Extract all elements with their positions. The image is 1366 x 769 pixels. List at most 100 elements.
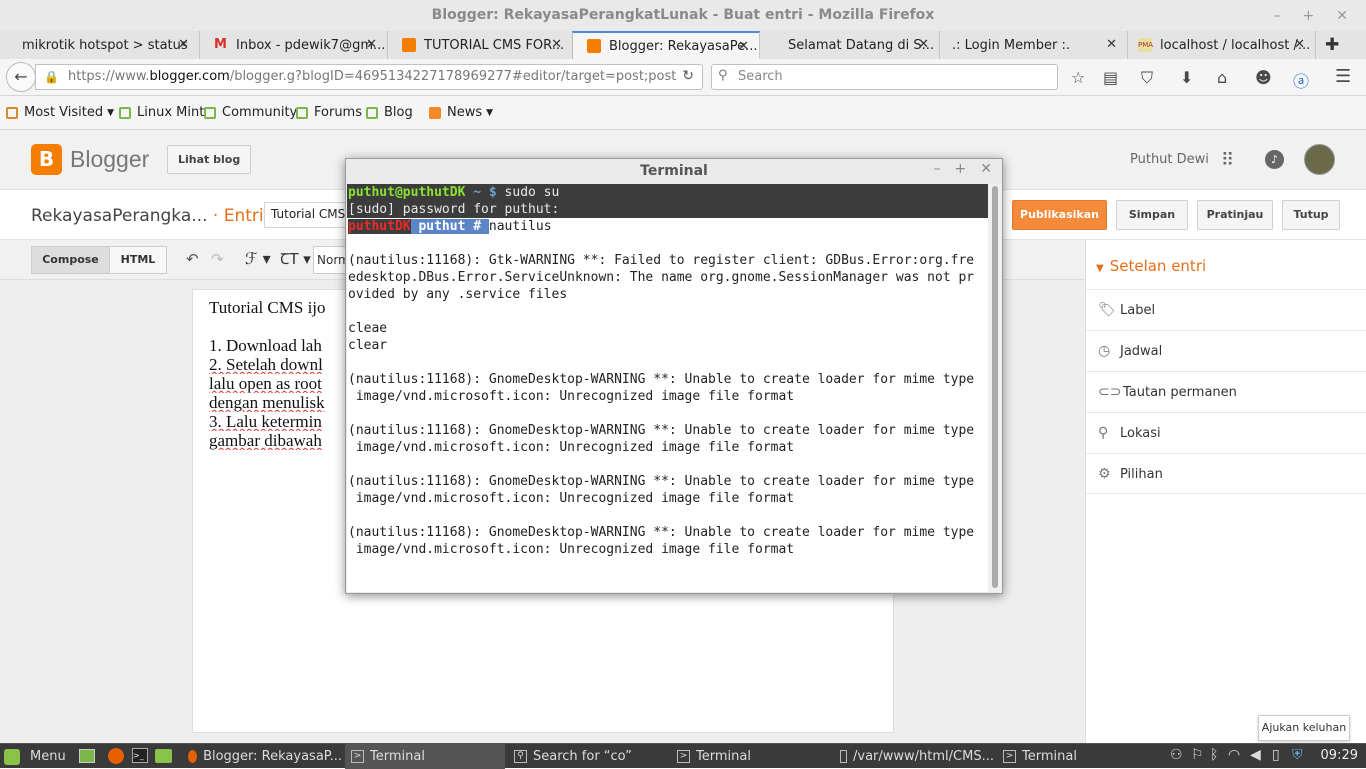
minimize-icon[interactable]: – (1274, 8, 1281, 24)
terminal-window[interactable]: Terminal – + ✕ puthut@puthutDK ~ $ sudo … (345, 158, 1003, 594)
task-search[interactable]: ⚲ Search for “co” (508, 744, 668, 769)
task-terminal-2[interactable]: > Terminal (671, 744, 831, 769)
shield-icon[interactable]: ⛨ (1292, 747, 1303, 763)
home-icon[interactable]: ⌂ (1217, 68, 1227, 87)
blogger-logo-icon[interactable]: B (31, 144, 62, 175)
tab-close-icon[interactable]: ✕ (551, 37, 562, 52)
undo-icon[interactable]: ↶ (186, 250, 199, 268)
bookmark-community[interactable]: Community (204, 105, 297, 120)
maximize-icon[interactable]: + (955, 161, 967, 177)
tab-close-icon[interactable]: ✕ (1106, 37, 1117, 52)
tab-localhost[interactable]: PMA localhost / localhost /... ✕ (1128, 31, 1316, 59)
star-icon[interactable]: ☆ (1071, 68, 1085, 87)
close-icon[interactable]: ✕ (1336, 8, 1348, 24)
apps-grid-icon[interactable]: ⠿ (1221, 150, 1234, 171)
wifi-icon[interactable]: ◠ (1228, 747, 1240, 763)
clock[interactable]: 09:29 (1321, 744, 1358, 768)
compose-tab[interactable]: Compose (31, 246, 110, 274)
sidebar-item-pilihan[interactable]: ⚙ Pilihan (1086, 453, 1366, 494)
terminal-line: (nautilus:11168): GnomeDesktop-WARNING *… (348, 423, 975, 438)
tab-close-icon[interactable]: ✕ (738, 39, 749, 54)
show-desktop-icon[interactable] (79, 749, 95, 763)
bookmark-linux-mint[interactable]: Linux Mint (119, 105, 204, 120)
font-size-icon[interactable]: ꞆT ▾ (280, 249, 311, 269)
tab-close-icon[interactable]: ✕ (1294, 37, 1305, 52)
task-terminal-1[interactable]: > Terminal (345, 744, 505, 769)
bookmark-blog[interactable]: Blog (366, 105, 413, 120)
terminal-line: puthutDK puthut # nautilus (348, 219, 552, 234)
tab-close-icon[interactable]: ✕ (918, 37, 929, 52)
start-menu-button[interactable]: Menu (4, 744, 66, 769)
bookmark-most-visited[interactable]: Most Visited ▼ (6, 105, 114, 120)
task-terminal-3[interactable]: > Terminal (997, 744, 1157, 769)
html-tab[interactable]: HTML (109, 246, 167, 274)
battery-icon[interactable]: ▯ (1272, 747, 1280, 763)
post-title-input[interactable]: Tutorial CMS (264, 202, 354, 228)
terminal-line: image/vnd.microsoft.icon: Unrecognized i… (348, 440, 795, 455)
view-blog-button[interactable]: Lihat blog (167, 145, 252, 174)
terminal-line: image/vnd.microsoft.icon: Unrecognized i… (348, 491, 795, 506)
user-name[interactable]: Puthut Dewi (1130, 152, 1209, 167)
back-arrow-icon: ← (14, 67, 28, 86)
search-input[interactable]: ⚲ Search (711, 64, 1058, 90)
tab-close-icon[interactable]: ✕ (178, 37, 189, 52)
files-launcher-icon[interactable] (155, 749, 172, 763)
sidebar-item-label[interactable]: 🏷 Label (1086, 289, 1366, 330)
terminal-scrollbar[interactable] (988, 184, 1002, 592)
bookmark-forums[interactable]: Forums (296, 105, 362, 120)
close-button[interactable]: Tutup (1282, 200, 1340, 230)
font-family-icon[interactable]: ℱ ▾ (245, 249, 271, 268)
firefox-launcher-icon[interactable] (108, 748, 124, 764)
window-controls: – + ✕ (1274, 0, 1348, 31)
tab-login-member[interactable]: .: Login Member :. ✕ (940, 31, 1128, 59)
lock-icon: 🔒 (44, 70, 59, 84)
blogger-icon (402, 38, 416, 52)
pocket-icon[interactable]: ⛉ (1141, 68, 1153, 88)
tab-tutorial-cms[interactable]: TUTORIAL CMS FOR... ✕ (388, 31, 573, 59)
reload-icon[interactable]: ↻ (682, 68, 694, 84)
back-button[interactable]: ← (6, 62, 36, 92)
preview-button[interactable]: Pratinjau (1197, 200, 1273, 230)
tab-mikrotik[interactable]: mikrotik hotspot > status ✕ (0, 31, 200, 59)
scrollbar-thumb[interactable] (992, 186, 998, 588)
chat-icon[interactable]: ☻ (1255, 68, 1272, 87)
tab-selamat-datang[interactable]: Selamat Datang di S... ✕ (760, 31, 940, 59)
close-icon[interactable]: ✕ (980, 161, 992, 177)
network-icon[interactable]: ⚐ (1191, 747, 1204, 763)
sidebar-item-jadwal[interactable]: ◷ Jadwal (1086, 330, 1366, 371)
task-firefox[interactable]: Blogger: RekayasaP... (182, 744, 342, 769)
task-files[interactable]: /var/www/html/CMS... (834, 744, 994, 769)
sidebar-item-lokasi[interactable]: ⚲ Lokasi (1086, 412, 1366, 453)
tab-gmail[interactable]: M Inbox - pdewik7@gm... ✕ (200, 31, 388, 59)
menu-icon[interactable]: ☰ (1335, 66, 1351, 87)
user-icon[interactable]: ⚇ (1170, 747, 1183, 763)
url-bar[interactable]: 🔒 https://www.blogger.com/blogger.g?blog… (35, 64, 703, 90)
volume-icon[interactable]: ◀ (1250, 747, 1261, 763)
post-settings-header[interactable]: ▼ Setelan entri (1096, 257, 1206, 275)
format-select[interactable]: Norm (313, 246, 347, 274)
bookmark-news[interactable]: News ▼ (429, 105, 493, 120)
save-button[interactable]: Simpan (1116, 200, 1188, 230)
avatar[interactable] (1304, 144, 1335, 175)
sidebar-item-tautan[interactable]: ⊂⊃ Tautan permanen (1086, 371, 1366, 412)
publish-button[interactable]: Publikasikan (1012, 200, 1107, 230)
download-icon[interactable]: ⬇ (1180, 68, 1193, 87)
terminal-output[interactable]: puthut@puthutDK ~ $ sudo su [sudo] passw… (347, 184, 988, 592)
new-tab-icon[interactable]: ✚ (1325, 35, 1339, 55)
maximize-icon[interactable]: + (1303, 8, 1315, 24)
bluetooth-icon[interactable]: ᛒ (1210, 747, 1218, 763)
tab-close-icon[interactable]: ✕ (366, 37, 377, 52)
terminal-launcher-icon[interactable]: >_ (132, 748, 148, 763)
feedback-button[interactable]: Ajukan keluhan (1258, 715, 1350, 741)
blogger-brand[interactable]: Blogger (70, 146, 149, 173)
notification-bell-icon[interactable]: ♪ (1265, 150, 1284, 169)
minimize-icon[interactable]: – (934, 161, 941, 177)
redo-icon[interactable]: ↷ (211, 250, 224, 268)
tab-blogger-active[interactable]: Blogger: RekayasaPe... ✕ (572, 31, 760, 59)
post-settings-sidebar: ▼ Setelan entri 🏷 Label ◷ Jadwal ⊂⊃ Tautan p… (1085, 240, 1366, 743)
caret-down-icon: ▼ (1096, 263, 1104, 274)
reading-list-icon[interactable]: ▤ (1103, 68, 1118, 87)
addon-icon[interactable]: ⓐ (1293, 68, 1309, 92)
